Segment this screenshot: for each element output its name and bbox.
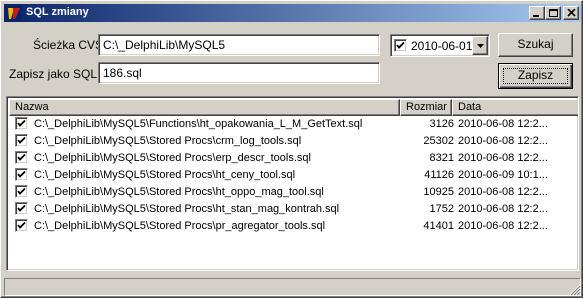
file-date: 2010-06-08 12:2...	[458, 152, 548, 164]
save-button[interactable]: Zapisz	[498, 63, 573, 89]
file-path: C:\_DelphiLib\MySQL5\Functions\ht_opakow…	[34, 118, 363, 130]
table-row[interactable]: C:\_DelphiLib\MySQL5\Stored Procs\ht_sta…	[9, 201, 576, 218]
save-as-label: Zapisz jako SQL:	[9, 67, 101, 81]
file-path: C:\_DelphiLib\MySQL5\Stored Procs\crm_lo…	[34, 135, 302, 147]
date-value: 2010-06-01	[411, 39, 473, 53]
list-header: Nazwa Rozmiar Data	[9, 99, 578, 116]
file-date: 2010-06-09 10:1...	[458, 169, 548, 181]
title-bar[interactable]: SQL zmiany	[4, 4, 581, 22]
status-panel	[4, 278, 581, 296]
table-row[interactable]: C:\_DelphiLib\MySQL5\Stored Procs\crm_lo…	[9, 133, 576, 150]
close-icon	[567, 9, 576, 17]
column-header-size[interactable]: Rozmiar	[400, 99, 452, 116]
search-button[interactable]: Szukaj	[498, 33, 573, 57]
cvs-path-value: C:\_DelphiLib\MySQL5	[103, 38, 226, 52]
table-row[interactable]: C:\_DelphiLib\MySQL5\Stored Procs\ht_cen…	[9, 167, 576, 184]
row-checkbox[interactable]	[15, 219, 28, 232]
checkmark-icon	[17, 170, 26, 178]
file-size: 8321	[429, 152, 454, 164]
sql-changes-window: SQL zmiany Ścieżka CVS: C:\_DelphiLib\My…	[0, 0, 583, 298]
row-checkbox[interactable]	[15, 117, 28, 130]
file-size: 10925	[423, 186, 454, 198]
minimize-icon	[533, 15, 539, 17]
row-checkbox[interactable]	[15, 202, 28, 215]
file-size: 41126	[424, 169, 454, 181]
row-checkbox[interactable]	[15, 151, 28, 164]
column-header-date[interactable]: Data	[452, 99, 578, 116]
table-row[interactable]: C:\_DelphiLib\MySQL5\Stored Procs\pr_agr…	[9, 218, 576, 235]
table-row[interactable]: C:\_DelphiLib\MySQL5\Stored Procs\ht_opp…	[9, 184, 576, 201]
date-enable-checkbox[interactable]	[394, 39, 407, 52]
window-title: SQL zmiany	[26, 6, 89, 18]
table-row[interactable]: C:\_DelphiLib\MySQL5\Functions\ht_opakow…	[9, 116, 576, 133]
file-size: 3126	[429, 118, 454, 130]
file-path: C:\_DelphiLib\MySQL5\Stored Procs\pr_agr…	[34, 220, 326, 232]
checkmark-icon	[17, 153, 26, 161]
save-as-value: 186.sql	[103, 66, 142, 80]
checkmark-icon	[17, 221, 26, 229]
file-date: 2010-06-08 12:2...	[458, 186, 548, 198]
file-size: 25302	[423, 135, 454, 147]
focus-rectangle	[503, 68, 568, 84]
date-picker[interactable]: 2010-06-01	[390, 34, 490, 57]
checkmark-icon	[17, 204, 26, 212]
cvs-path-input[interactable]: C:\_DelphiLib\MySQL5	[98, 34, 380, 56]
column-header-name[interactable]: Nazwa	[9, 99, 400, 116]
row-checkbox[interactable]	[15, 168, 28, 181]
table-row[interactable]: C:\_DelphiLib\MySQL5\Stored Procs\erp_de…	[9, 150, 576, 167]
minimize-button[interactable]	[529, 6, 545, 20]
files-list[interactable]: Nazwa Rozmiar Data C:\_DelphiLib\MySQL5\…	[6, 96, 579, 271]
file-path: C:\_DelphiLib\MySQL5\Stored Procs\ht_opp…	[34, 186, 324, 198]
file-date: 2010-06-08 12:2...	[458, 220, 548, 232]
file-date: 2010-06-08 12:2...	[458, 203, 548, 215]
file-size: 1752	[429, 203, 454, 215]
file-date: 2010-06-08 12:2...	[458, 118, 548, 130]
file-size: 41401	[423, 220, 454, 232]
checkmark-icon	[17, 187, 26, 195]
delphi-app-icon	[6, 5, 22, 21]
checkmark-icon	[17, 119, 26, 127]
chevron-down-icon	[477, 44, 484, 48]
status-bar	[4, 276, 581, 296]
close-button[interactable]	[563, 6, 579, 20]
file-path: C:\_DelphiLib\MySQL5\Stored Procs\ht_cen…	[34, 169, 296, 181]
file-path: C:\_DelphiLib\MySQL5\Stored Procs\ht_sta…	[34, 203, 340, 215]
row-checkbox[interactable]	[15, 134, 28, 147]
date-dropdown-button[interactable]	[472, 36, 488, 55]
cvs-path-label: Ścieżka CVS:	[33, 38, 107, 52]
file-date: 2010-06-08 12:2...	[458, 135, 548, 147]
maximize-button[interactable]	[545, 6, 561, 20]
resize-grip-icon[interactable]	[569, 284, 581, 296]
checkmark-icon	[17, 136, 26, 144]
row-checkbox[interactable]	[15, 185, 28, 198]
maximize-icon	[549, 9, 558, 17]
file-path: C:\_DelphiLib\MySQL5\Stored Procs\erp_de…	[34, 152, 311, 164]
checkmark-icon	[396, 41, 405, 49]
save-as-input[interactable]: 186.sql	[98, 62, 380, 84]
